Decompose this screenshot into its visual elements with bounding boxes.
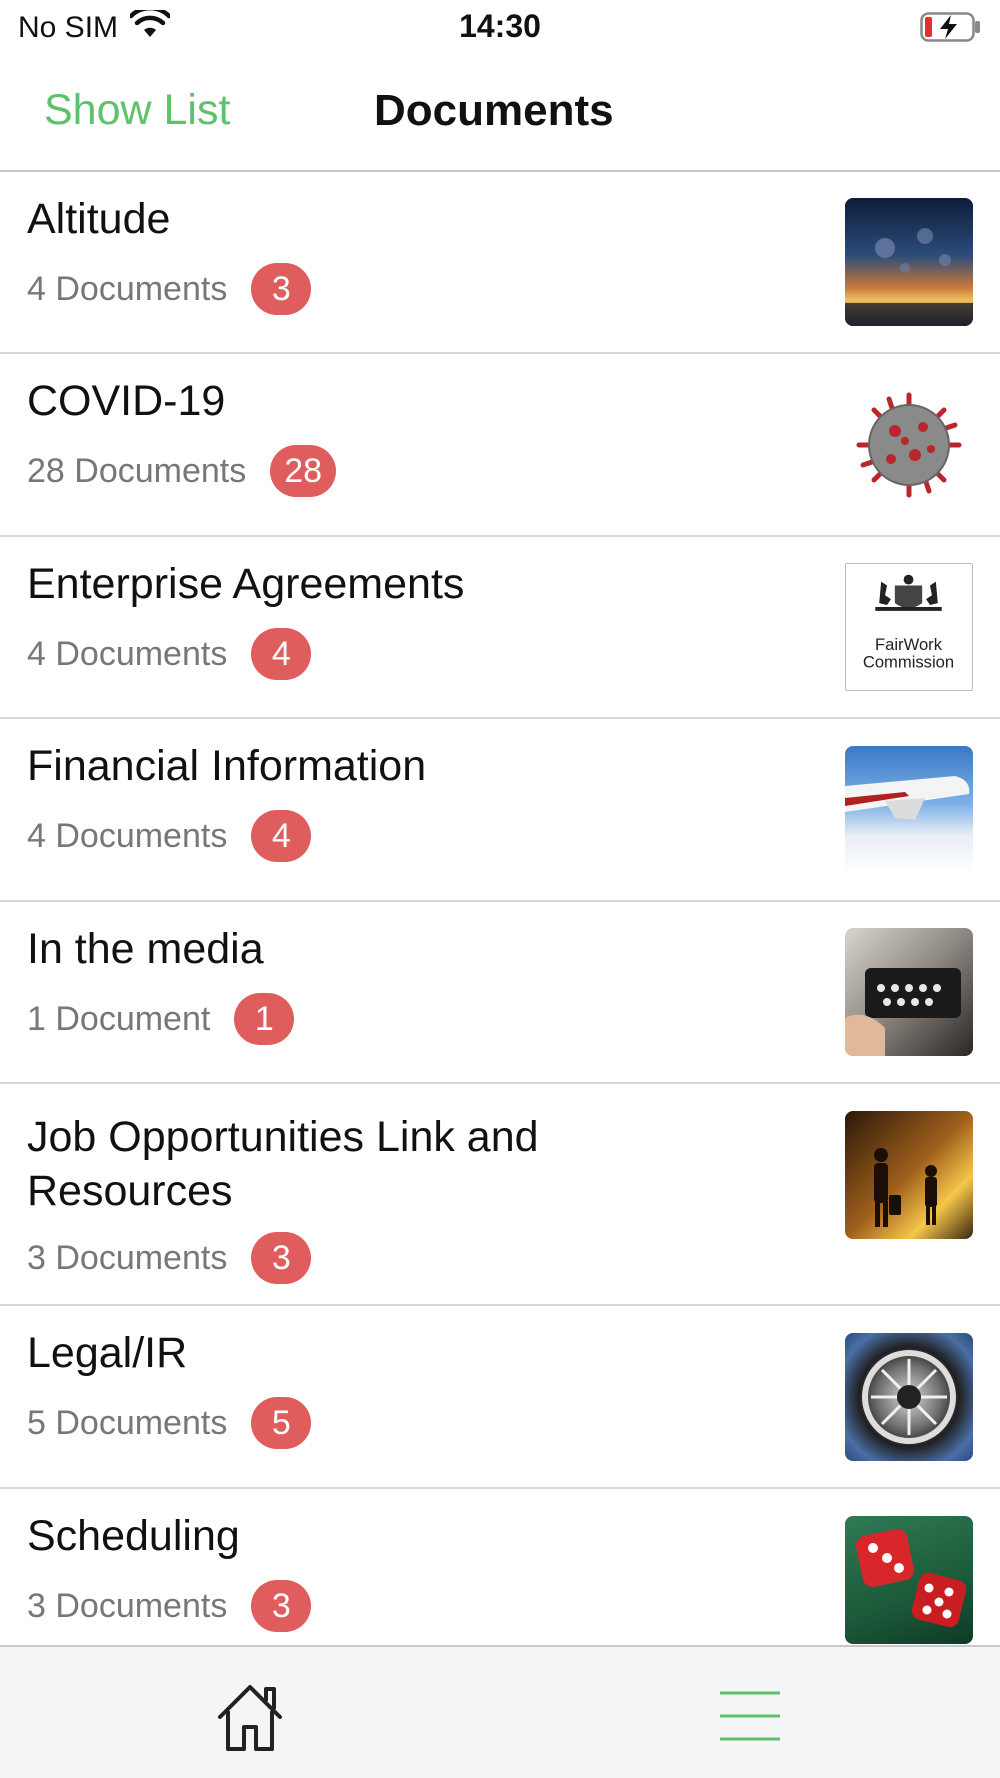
document-count: 28 Documents bbox=[27, 451, 247, 490]
row-subtitle: 28 Documents 28 bbox=[27, 445, 337, 497]
list-item-in-the-media[interactable]: In the media 1 Document 1 bbox=[0, 902, 1000, 1084]
navigation-bar: Show List Documents bbox=[0, 54, 1000, 172]
list-item-altitude[interactable]: Altitude 4 Documents 3 bbox=[0, 172, 1000, 354]
fairwork-thumb-line2: Commission bbox=[863, 653, 954, 672]
list-item-enterprise-agreements[interactable]: Enterprise Agreements 4 Documents 4 Fair… bbox=[0, 537, 1000, 719]
row-title: Job Opportunities Link and Resources bbox=[27, 1113, 539, 1215]
fairwork-commission-thumbnail: FairWork Commission bbox=[845, 563, 973, 691]
airplane-thumbnail bbox=[845, 746, 973, 874]
document-count: 4 Documents bbox=[27, 269, 228, 308]
fairwork-thumb-line1: FairWork bbox=[875, 635, 943, 654]
status-time: 14:30 bbox=[459, 8, 541, 44]
documents-screen: No SIM 14:30 Show List Documents Altitud… bbox=[0, 0, 1000, 1778]
document-count: 1 Document bbox=[27, 999, 211, 1038]
row-title: Enterprise Agreements bbox=[27, 560, 465, 608]
show-list-button[interactable]: Show List bbox=[44, 86, 230, 135]
typewriter-thumbnail bbox=[845, 928, 973, 1056]
document-count: 3 Documents bbox=[27, 1586, 228, 1625]
dice-thumbnail bbox=[845, 1516, 973, 1644]
status-bar: No SIM 14:30 bbox=[0, 0, 1000, 54]
document-count: 4 Documents bbox=[27, 816, 228, 855]
row-subtitle: 4 Documents 3 bbox=[27, 263, 312, 315]
list-item-legal-ir[interactable]: Legal/IR 5 Documents 5 bbox=[0, 1306, 1000, 1489]
tab-bar bbox=[0, 1645, 1000, 1778]
unread-badge: 4 bbox=[251, 810, 312, 862]
row-title: Scheduling bbox=[27, 1512, 240, 1560]
unread-badge: 28 bbox=[270, 445, 337, 497]
row-subtitle: 3 Documents 3 bbox=[27, 1580, 312, 1632]
unread-badge: 3 bbox=[251, 1232, 312, 1284]
document-count: 5 Documents bbox=[27, 1403, 228, 1442]
battery-charging-icon bbox=[920, 12, 982, 47]
unread-badge: 4 bbox=[251, 628, 312, 680]
unread-badge: 3 bbox=[251, 263, 312, 315]
coronavirus-thumbnail bbox=[845, 381, 973, 509]
list-item-financial-information[interactable]: Financial Information 4 Documents 4 bbox=[0, 719, 1000, 902]
row-subtitle: 5 Documents 5 bbox=[27, 1397, 312, 1449]
documents-list: Altitude 4 Documents 3 COVID-19 28 Docum… bbox=[0, 172, 1000, 1644]
row-title: Legal/IR bbox=[27, 1329, 188, 1377]
row-subtitle: 3 Documents 3 bbox=[27, 1232, 312, 1284]
menu-icon[interactable] bbox=[710, 1683, 790, 1749]
home-icon[interactable] bbox=[210, 1677, 290, 1757]
list-item-scheduling[interactable]: Scheduling 3 Documents 3 bbox=[0, 1489, 1000, 1644]
row-title: Altitude bbox=[27, 195, 171, 243]
row-title: In the media bbox=[27, 925, 264, 973]
travellers-thumbnail bbox=[845, 1111, 973, 1239]
list-item-covid-19[interactable]: COVID-19 28 Documents 28 bbox=[0, 354, 1000, 537]
document-count: 4 Documents bbox=[27, 634, 228, 673]
unread-badge: 1 bbox=[234, 993, 295, 1045]
document-count: 3 Documents bbox=[27, 1238, 228, 1277]
row-subtitle: 4 Documents 4 bbox=[27, 628, 312, 680]
page-title: Documents bbox=[374, 86, 614, 135]
row-subtitle: 1 Document 1 bbox=[27, 993, 295, 1045]
unread-badge: 5 bbox=[251, 1397, 312, 1449]
jet-engine-thumbnail bbox=[845, 1333, 973, 1461]
row-title: Financial Information bbox=[27, 742, 427, 790]
list-item-job-opportunities[interactable]: Job Opportunities Link and Resources 3 D… bbox=[0, 1084, 1000, 1306]
row-subtitle: 4 Documents 4 bbox=[27, 810, 312, 862]
altitude-magazine-thumbnail bbox=[845, 198, 973, 326]
row-title: COVID-19 bbox=[27, 377, 226, 425]
unread-badge: 3 bbox=[251, 1580, 312, 1632]
